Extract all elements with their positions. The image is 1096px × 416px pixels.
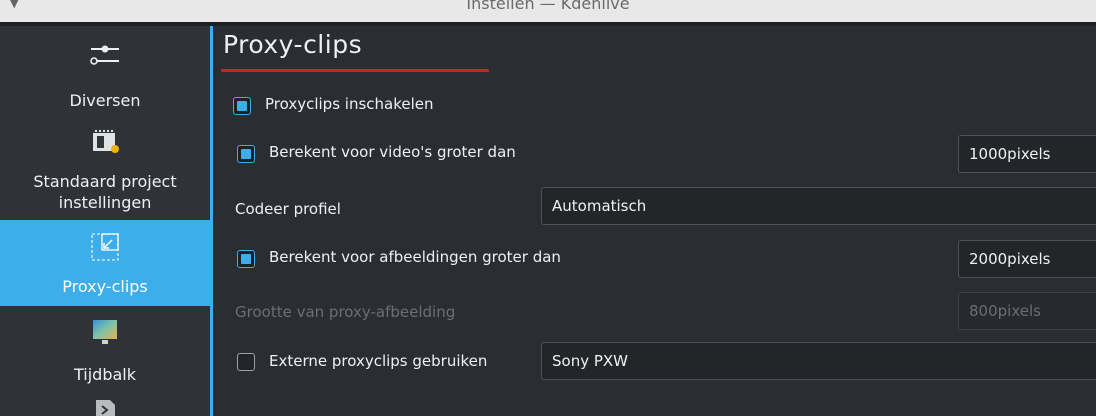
settings-sidebar: Diversen Standaard project instellingen <box>0 26 210 416</box>
sidebar-item-capture[interactable] <box>0 390 210 416</box>
page-title: Proxy-clips <box>223 30 363 59</box>
film-project-icon <box>88 124 122 162</box>
encoding-profile-label: Codeer profiel <box>235 200 341 218</box>
sidebar-item-label-2: instellingen <box>58 193 152 212</box>
sidebar-item-label: Diversen <box>69 91 141 110</box>
enable-proxy-checkbox[interactable] <box>233 97 251 115</box>
proxy-resize-icon <box>88 230 122 268</box>
video-larger-label: Berekent voor video's groter dan <box>269 143 516 161</box>
sliders-icon <box>88 38 122 72</box>
title-underline <box>221 69 489 72</box>
external-proxy-label: Externe proxyclips gebruiken <box>269 352 488 370</box>
video-size-spinbox[interactable]: 1000pixels <box>958 135 1096 173</box>
sidebar-item-diversen[interactable]: Diversen <box>0 26 210 118</box>
proxy-clips-page: Proxy-clips Proxyclips inschakelen Berek… <box>213 26 1096 416</box>
images-larger-checkbox[interactable] <box>237 250 255 268</box>
monitor-icon <box>88 316 122 354</box>
enable-proxy-label: Proxyclips inschakelen <box>265 95 434 113</box>
sidebar-item-standaard-project[interactable]: Standaard project instellingen <box>0 120 210 216</box>
sidebar-item-label: Tijdbalk <box>74 365 136 384</box>
capture-icon <box>88 396 122 416</box>
encoding-profile-combo[interactable]: Automatisch <box>541 187 1096 225</box>
proxy-image-size-spinbox[interactable]: 800pixels <box>958 292 1096 330</box>
sidebar-item-label: Proxy-clips <box>62 277 148 296</box>
proxy-image-size-label: Grootte van proxy-afbeelding <box>235 303 456 321</box>
sidebar-item-proxy-clips[interactable]: Proxy-clips <box>0 220 210 306</box>
images-larger-label: Berekent voor afbeeldingen groter dan <box>269 248 561 266</box>
window-titlebar: ▼ Instellen — Kdenlive <box>0 0 1096 23</box>
window-title: Instellen — Kdenlive <box>466 0 630 13</box>
external-proxy-checkbox[interactable] <box>237 353 255 371</box>
external-proxy-combo[interactable]: Sony PXW <box>541 342 1096 380</box>
sidebar-item-tijdbalk[interactable]: Tijdbalk <box>0 308 210 390</box>
image-size-spinbox[interactable]: 2000pixels <box>958 240 1096 278</box>
video-larger-checkbox[interactable] <box>237 145 255 163</box>
sidebar-item-label: Standaard project <box>33 172 177 191</box>
